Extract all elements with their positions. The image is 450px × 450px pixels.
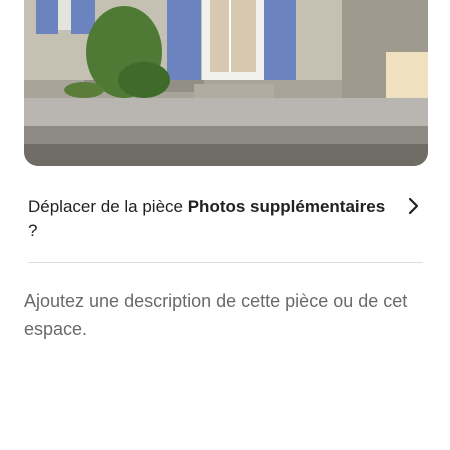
room-photo[interactable]	[24, 0, 428, 166]
move-room-suffix: ?	[28, 221, 38, 240]
room-name: Photos supplémentaires	[187, 197, 386, 216]
move-room-text: Déplacer de la pièce Photos supplémentai…	[28, 195, 388, 243]
move-room-row[interactable]: Déplacer de la pièce Photos supplémentai…	[24, 193, 426, 247]
room-photo-image	[24, 0, 428, 166]
description-input[interactable]: Ajoutez une description de cette pièce o…	[24, 287, 424, 343]
move-room-prefix: Déplacer de la pièce	[28, 197, 183, 216]
divider	[28, 262, 423, 263]
chevron-right-icon	[408, 197, 419, 215]
